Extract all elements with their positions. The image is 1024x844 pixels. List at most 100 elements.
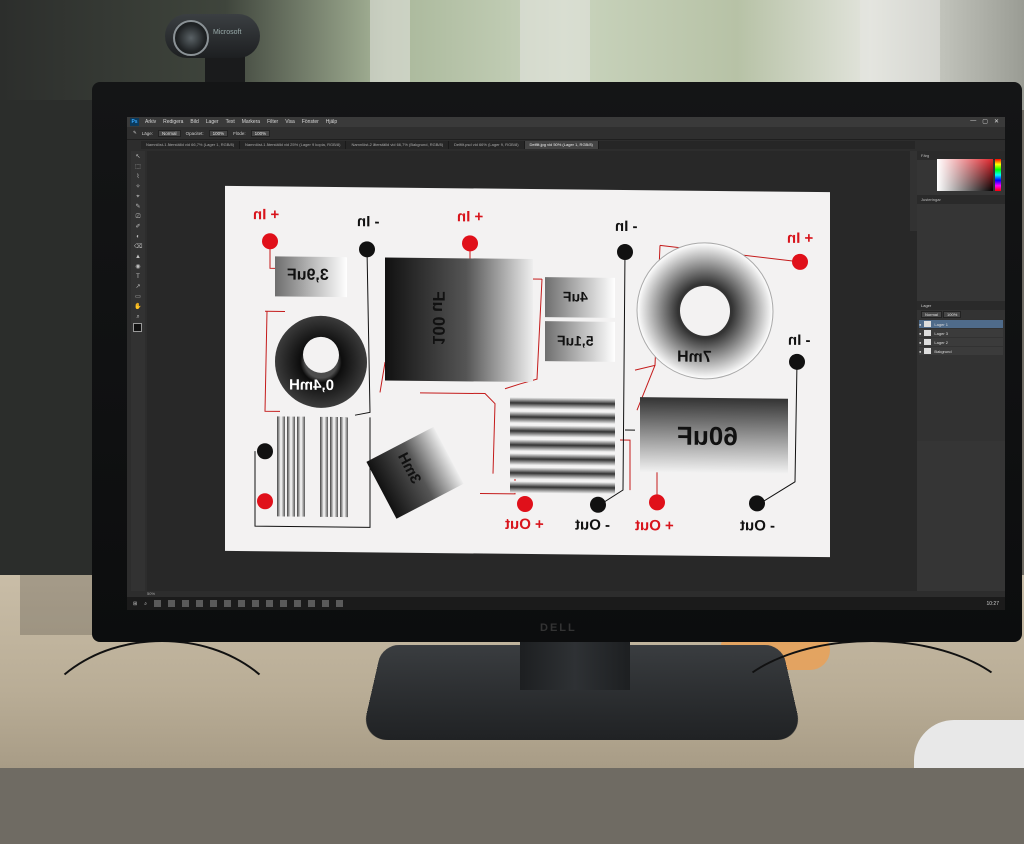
capacitor-100uf [385,257,533,383]
menu-item[interactable]: Redigera [163,119,183,125]
visibility-eye-icon[interactable]: ● [919,340,921,345]
photoshop-logo-icon: Ps [130,118,139,126]
taskbar-app-icon[interactable] [224,600,232,607]
tool-icon[interactable]: ⌕ [134,313,142,321]
blend-mode-select[interactable]: Normal [921,311,942,318]
webcam-brand: Microsoft [213,29,242,36]
layer-name: Lager 3 [934,330,948,336]
taskbar-app-icon[interactable] [266,600,274,607]
tool-icon[interactable]: ◐ [134,233,142,241]
cable [30,640,294,844]
tool-icon[interactable]: ⌫ [134,243,142,251]
menu-item[interactable]: Visa [285,119,295,125]
resistor-bank-center [510,396,615,494]
taskbar-app-icon[interactable] [280,600,288,607]
resistor-bank-left [277,416,348,518]
document-tab[interactable]: Namnlöst-1 återställd vid 66,7% (Lager 1… [141,141,241,149]
document-tab[interactable]: Namnlöst-1 återställd vid 25% (Lager 9 k… [240,141,347,149]
menu-item[interactable]: Lager [206,119,219,125]
taskbar-app-icon[interactable] [196,600,204,607]
taskbar-app-icon[interactable] [252,600,260,607]
document-tab[interactable]: Namnlöst-2 återställd vid 66,7% (Bakgrun… [346,141,450,149]
tool-icon[interactable]: ⌖ [134,193,142,201]
minimize-icon[interactable]: — [970,118,976,125]
tool-icon[interactable]: ✧ [134,183,142,191]
terminal-in-minus [359,241,375,258]
adjustments-panel-tab[interactable]: Justeringar [917,195,1005,204]
flow-field[interactable]: 100% [250,129,271,137]
tool-icon[interactable]: ▲ [134,253,142,261]
layer-list: ● Lager 1 ● Lager 3 ● Lager 2 ● Bakgrund [917,320,1005,355]
close-icon[interactable]: ✕ [994,118,999,125]
visibility-eye-icon[interactable]: ● [919,349,921,354]
menu-item[interactable]: Arkiv [145,119,156,125]
menu-item[interactable]: Filter [267,119,278,125]
hue-slider[interactable] [995,159,1001,191]
layer-row[interactable]: ● Lager 3 [919,329,1003,337]
color-picker[interactable] [937,159,993,191]
tool-icon[interactable]: ⌇ [134,173,142,181]
layer-opacity-field[interactable]: 100% [943,311,962,318]
taskbar-app-icon[interactable] [294,600,302,607]
maximize-icon[interactable]: ▢ [982,118,988,125]
webcam-lens-icon [173,20,209,56]
menu-item[interactable]: Hjälp [326,119,337,125]
tool-icon[interactable]: ↗ [134,283,142,291]
menu-item[interactable]: Text [226,119,235,125]
opacity-label: Opacitet: [185,130,204,136]
visibility-eye-icon[interactable]: ● [919,331,921,336]
taskbar-app-icon[interactable] [168,600,176,607]
terminal-out-plus [517,495,533,512]
start-icon[interactable]: ⊞ [133,601,137,607]
visibility-eye-icon[interactable]: ● [919,322,921,327]
taskbar-app-icon[interactable] [336,600,344,607]
tool-icon[interactable]: ⬚ [134,163,142,171]
taskbar-app-icon[interactable] [182,600,190,607]
menu-items: Arkiv Redigera Bild Lager Text Markera Filter V… [145,119,337,125]
opacity-field[interactable]: 100% [208,129,229,137]
monitor-brand: DELL [540,622,577,634]
tool-icon[interactable]: ✐ [134,223,142,231]
taskbar-clock: 10:27 [986,600,999,607]
menu-item[interactable]: Bild [190,119,198,125]
document-tab[interactable]: Delfilt.jpg vid 50% (Lager 1, RGB/8) [524,141,599,149]
menu-item[interactable]: Markera [242,119,260,125]
layer-name: Lager 1 [934,321,948,327]
label-out-plus: + Out [635,517,674,535]
search-icon[interactable]: ⌕ [144,601,147,607]
tool-icon[interactable]: T [134,273,142,281]
taskbar-app-icon[interactable] [322,600,330,607]
label-0-4mh: 0,4mH [289,376,335,394]
terminal-in-minus [789,353,805,370]
menu-item[interactable]: Fönster [302,119,319,125]
tool-icon[interactable]: ▭ [134,293,142,301]
document-tab[interactable]: Delfilt.psd vid 66% (Lager 9, RGB/8) [449,141,525,149]
tool-icon[interactable]: ↖ [134,153,142,161]
layer-row[interactable]: ● Lager 2 [919,338,1003,346]
crossover-diagram [254,233,808,528]
mode-select[interactable]: Normal [158,129,181,137]
right-panels: Färg Justeringar Lager Normal 100% ● Lage… [917,151,1005,591]
layer-thumbnail [924,321,932,327]
taskbar-app-icon[interactable] [308,600,316,607]
document-canvas[interactable]: + In - In + In - In + In - In + Out - Ou… [225,185,830,558]
terminal-out-plus [649,494,665,511]
label-out-minus: - Out [740,517,775,535]
label-out-plus: + Out [505,515,544,534]
terminal-in-plus [462,235,478,252]
tool-icon[interactable]: ◉ [134,263,142,271]
tool-icon[interactable]: ✋ [134,303,142,311]
menu-bar: Ps Arkiv Redigera Bild Lager Text Markera Filt… [127,117,1005,127]
taskbar-app-icon[interactable] [238,600,246,607]
layers-panel-tab[interactable]: Lager [917,301,1005,310]
foreground-color-swatch[interactable] [133,323,142,332]
document-tabs: Namnlöst-1 återställd vid 66,7% (Lager 1… [141,141,915,149]
brush-tool-icon[interactable]: ✎ [133,130,137,136]
taskbar-app-icon[interactable] [154,600,162,607]
tool-icon[interactable]: ✎ [134,203,142,211]
taskbar-app-icon[interactable] [210,600,218,607]
layer-row[interactable]: ● Bakgrund [919,347,1003,355]
label-in-plus: + In [253,206,280,224]
tool-icon[interactable]: ⎚ [134,213,142,221]
layer-row[interactable]: ● Lager 1 [919,320,1003,328]
